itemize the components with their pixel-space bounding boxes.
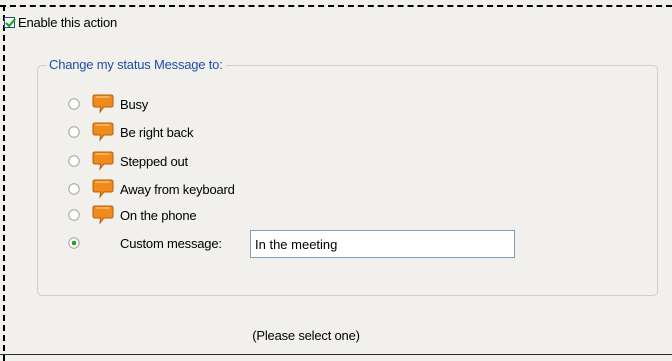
status-option-label[interactable]: Away from keyboard: [120, 181, 235, 198]
radio-unselected-icon: [68, 209, 80, 221]
focus-border-top: [0, 5, 672, 7]
custom-message-spacer: [92, 233, 114, 253]
radio-button-on-the-phone[interactable]: [68, 209, 80, 221]
speech-bubble-icon: [92, 122, 114, 142]
status-option-label[interactable]: Be right back: [120, 124, 193, 141]
speech-bubble-icon: [92, 205, 114, 225]
radio-unselected-icon: [68, 126, 80, 138]
status-group-title: Change my status Message to:: [46, 56, 226, 73]
radio-button-custom-message[interactable]: [68, 237, 80, 249]
radio-button-away-from-keyboard[interactable]: [68, 183, 80, 195]
speech-bubble-icon: [92, 151, 114, 171]
status-option-label[interactable]: Busy: [120, 96, 148, 113]
radio-button-stepped-out[interactable]: [68, 155, 80, 167]
enable-action-checkbox[interactable]: [4, 17, 16, 28]
radio-selected-icon: [68, 237, 80, 249]
radio-button-be-right-back[interactable]: [68, 126, 80, 138]
action-panel: Enable this action Change my status Mess…: [0, 0, 672, 361]
enable-action-row[interactable]: Enable this action: [4, 14, 117, 31]
speech-bubble-icon: [92, 179, 114, 199]
checkmark-icon: [5, 18, 16, 28]
radio-unselected-icon: [68, 183, 80, 195]
custom-message-label[interactable]: Custom message:: [120, 235, 222, 252]
radio-button-busy[interactable]: [68, 98, 80, 110]
speech-bubble-icon: [92, 94, 114, 114]
status-option-on-the-phone[interactable]: On the phone: [68, 205, 197, 225]
status-option-away-from-keyboard[interactable]: Away from keyboard: [68, 179, 235, 199]
status-option-be-right-back[interactable]: Be right back: [68, 122, 193, 142]
bottom-divider: [0, 354, 672, 355]
status-option-stepped-out[interactable]: Stepped out: [68, 151, 188, 171]
focus-border-left: [3, 5, 5, 361]
enable-action-label[interactable]: Enable this action: [18, 14, 117, 31]
status-option-custom-message[interactable]: Custom message:: [68, 233, 222, 253]
radio-unselected-icon: [68, 98, 80, 110]
selection-hint-text: (Please select one): [252, 328, 360, 343]
selection-hint: (Please select one): [0, 327, 672, 344]
custom-message-input[interactable]: [250, 230, 515, 258]
status-option-busy[interactable]: Busy: [68, 94, 148, 114]
status-option-label[interactable]: On the phone: [120, 207, 197, 224]
radio-unselected-icon: [68, 155, 80, 167]
status-option-label[interactable]: Stepped out: [120, 153, 188, 170]
